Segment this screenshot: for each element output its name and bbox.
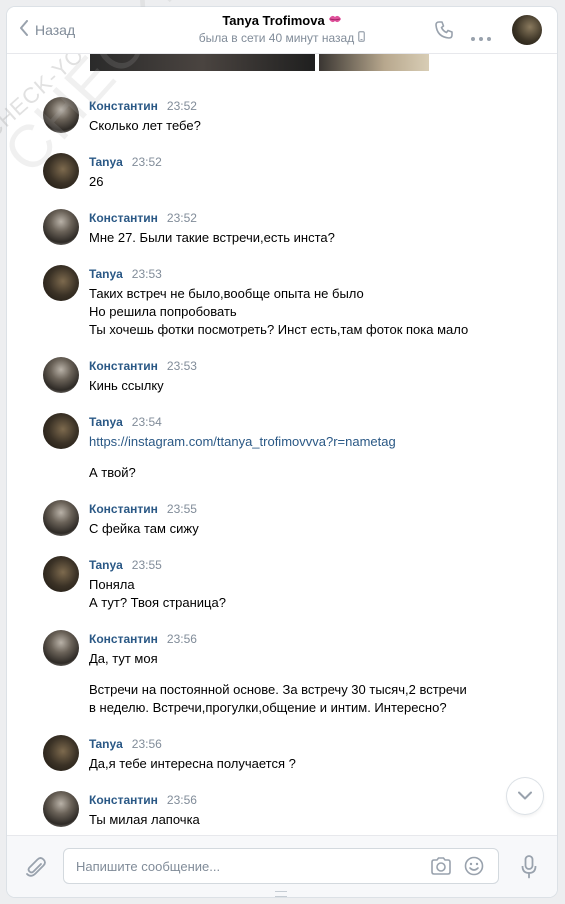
back-button[interactable]: Назад xyxy=(19,19,75,41)
avatar[interactable] xyxy=(43,209,79,245)
chevron-down-icon xyxy=(518,787,532,805)
avatar[interactable] xyxy=(43,556,79,592)
attached-photo[interactable] xyxy=(319,53,429,71)
message-author[interactable]: Константин xyxy=(89,99,158,113)
avatar[interactable] xyxy=(43,791,79,827)
resize-handle[interactable] xyxy=(275,891,287,897)
message-text: Но решила попробовать xyxy=(89,304,237,319)
message-author[interactable]: Константин xyxy=(89,793,158,807)
message-author[interactable]: Tanya xyxy=(89,558,123,572)
online-status: была в сети 40 минут назад xyxy=(198,31,355,45)
message-time: 23:56 xyxy=(166,632,197,646)
message-time: 23:52 xyxy=(131,155,162,169)
message-time: 23:52 xyxy=(166,99,197,113)
message-author[interactable]: Tanya xyxy=(89,737,123,751)
message-text: С фейка там сижу xyxy=(89,521,199,536)
message-text: Ты милая лапочка xyxy=(89,812,200,827)
message-time: 23:54 xyxy=(131,415,162,429)
message-text: Ты хочешь фотки посмотреть? Инст есть,та… xyxy=(89,322,469,337)
chat-title-block[interactable]: Tanya Trofimova была в сети 40 минут наз… xyxy=(157,13,407,45)
mobile-icon xyxy=(358,31,366,45)
message-text: Таких встреч не было,вообще опыта не был… xyxy=(89,286,364,301)
phone-icon[interactable] xyxy=(434,20,454,45)
avatar[interactable] xyxy=(43,413,79,449)
instagram-link[interactable]: https://instagram.com/ttanya_trofimovvva… xyxy=(89,434,396,449)
message-text: Сколько лет тебе? xyxy=(89,118,201,133)
avatar[interactable] xyxy=(43,630,79,666)
message-text: Мне 27. Были такие встречи,есть инста? xyxy=(89,230,335,245)
avatar[interactable] xyxy=(43,735,79,771)
message-time: 23:55 xyxy=(131,558,162,572)
message-author[interactable]: Константин xyxy=(89,359,158,373)
avatar[interactable] xyxy=(43,265,79,301)
message-text: Встречи на постоянной основе. За встречу… xyxy=(89,682,467,697)
message-author[interactable]: Tanya xyxy=(89,415,123,429)
message-input[interactable] xyxy=(76,849,406,883)
avatar[interactable] xyxy=(43,500,79,536)
header-avatar[interactable] xyxy=(512,15,542,45)
microphone-icon[interactable] xyxy=(521,855,537,884)
back-label: Назад xyxy=(35,22,76,38)
message-text: в неделю. Встречи,прогулки,общение и инт… xyxy=(89,700,447,715)
camera-icon[interactable] xyxy=(430,856,452,881)
message-time: 23:53 xyxy=(131,267,162,281)
scroll-down-button[interactable] xyxy=(507,778,543,814)
message-author[interactable]: Константин xyxy=(89,211,158,225)
message-text: А тут? Твоя страница? xyxy=(89,595,226,610)
message-text: 26 xyxy=(89,174,104,189)
message-author[interactable]: Tanya xyxy=(89,155,123,169)
message-text: А твой? xyxy=(89,465,136,480)
chat-header: Назад Tanya Trofimova была в сети 40 мин… xyxy=(7,7,557,54)
paperclip-icon[interactable] xyxy=(25,855,47,884)
chat-title: Tanya Trofimova xyxy=(222,13,325,28)
avatar[interactable] xyxy=(43,97,79,133)
attached-photo[interactable] xyxy=(90,53,315,71)
message-input-box[interactable] xyxy=(63,848,499,884)
message-text: Да, тут моя xyxy=(89,651,158,666)
message-text: Поняла xyxy=(89,577,135,592)
message-time: 23:53 xyxy=(166,359,197,373)
message-author[interactable]: Константин xyxy=(89,502,158,516)
message-time: 23:56 xyxy=(131,737,162,751)
message-time: 23:52 xyxy=(166,211,197,225)
avatar[interactable] xyxy=(43,153,79,189)
message-text: Кинь ссылку xyxy=(89,378,164,393)
kiss-emoji-icon xyxy=(328,13,342,28)
avatar[interactable] xyxy=(43,357,79,393)
smile-icon[interactable] xyxy=(464,856,484,881)
message-time: 23:56 xyxy=(166,793,197,807)
chevron-left-icon xyxy=(19,19,29,41)
message-author[interactable]: Константин xyxy=(89,632,158,646)
message-composer xyxy=(7,835,557,897)
more-icon[interactable] xyxy=(471,28,491,46)
message-text: Да,я тебе интересна получается ? xyxy=(89,756,296,771)
chat-window: Назад Tanya Trofimova была в сети 40 мин… xyxy=(7,7,557,897)
message-author[interactable]: Tanya xyxy=(89,267,123,281)
message-time: 23:55 xyxy=(166,502,197,516)
